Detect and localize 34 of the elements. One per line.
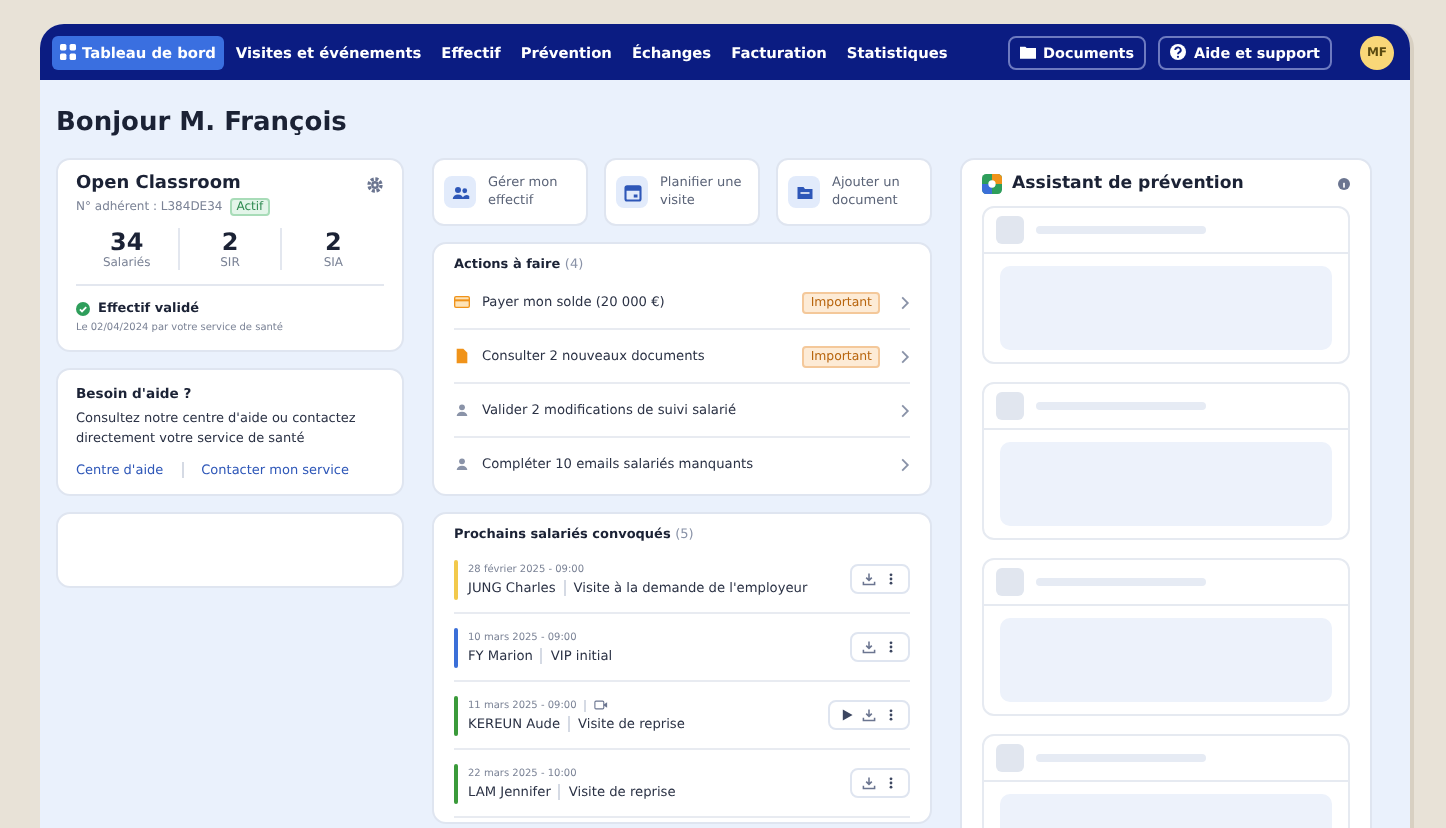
play-icon[interactable] bbox=[840, 708, 854, 722]
help-icon bbox=[1170, 44, 1187, 60]
info-icon[interactable] bbox=[1338, 178, 1350, 190]
chevron-icon bbox=[900, 295, 910, 309]
download-icon[interactable] bbox=[862, 776, 876, 790]
download-icon[interactable] bbox=[862, 640, 876, 654]
download-icon[interactable] bbox=[862, 572, 876, 586]
settings-icon[interactable] bbox=[366, 175, 384, 193]
assistant-title: Assistant de prévention bbox=[1012, 174, 1246, 194]
check-icon bbox=[76, 301, 90, 315]
greeting-title: Bonjour M. François bbox=[56, 108, 349, 138]
folder-icon bbox=[788, 176, 820, 208]
grid-icon bbox=[60, 44, 76, 60]
company-name: Open Classroom bbox=[76, 174, 241, 194]
stat-value: 2 bbox=[221, 228, 239, 256]
download-icon[interactable] bbox=[862, 708, 876, 722]
more-icon[interactable] bbox=[884, 776, 898, 790]
more-icon[interactable] bbox=[884, 572, 898, 586]
card-icon bbox=[454, 294, 470, 310]
more-icon[interactable] bbox=[884, 640, 898, 654]
calendar-icon bbox=[616, 176, 648, 208]
stat-value: 2 bbox=[325, 228, 342, 256]
video-icon bbox=[594, 700, 609, 710]
person-icon bbox=[454, 402, 470, 418]
stat-value: 34 bbox=[109, 228, 144, 256]
people-icon bbox=[444, 176, 476, 208]
document-icon bbox=[454, 348, 470, 364]
chevron-icon bbox=[900, 457, 910, 471]
more-icon[interactable] bbox=[884, 708, 898, 722]
assistant-logo-icon bbox=[982, 174, 1002, 194]
chevron-icon bbox=[900, 403, 910, 417]
chevron-icon bbox=[900, 349, 910, 363]
folder-icon bbox=[1019, 44, 1036, 60]
person-icon bbox=[454, 456, 470, 472]
